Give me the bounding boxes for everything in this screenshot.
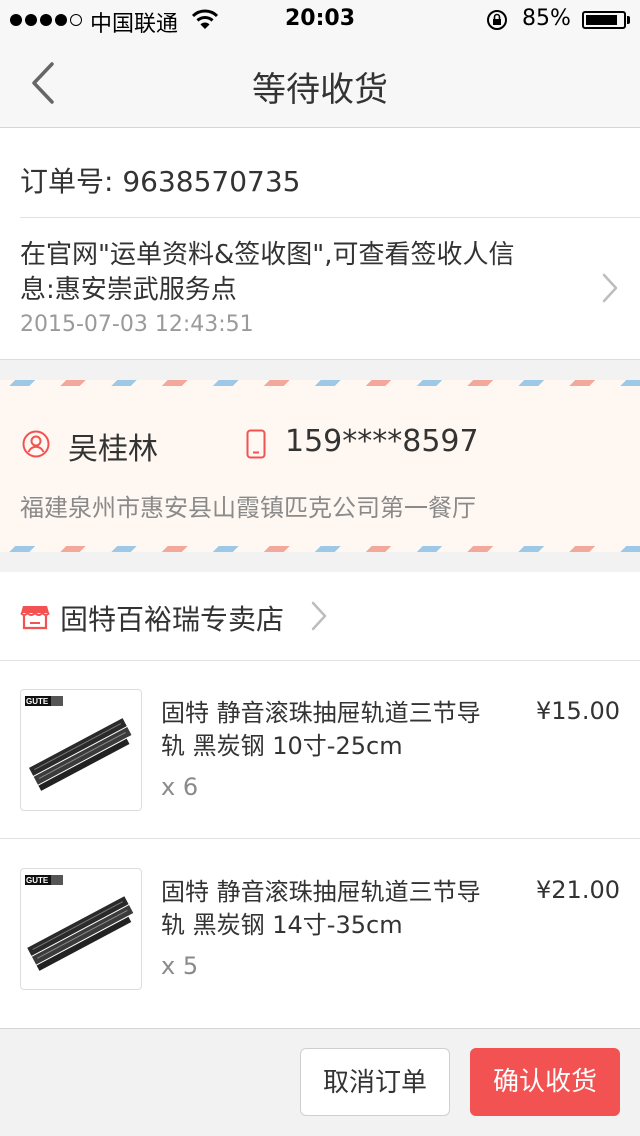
product-thumbnail: GUTE xyxy=(20,689,142,811)
status-bar: 中国联通 20:03 85% xyxy=(0,0,640,40)
product-price: ¥15.00 xyxy=(536,697,620,725)
airmail-stripe-bottom xyxy=(0,546,640,552)
store-icon xyxy=(20,603,50,635)
shop-section: 固特百裕瑞专卖店 GUTE 固特 静音滚珠抽屉轨道三节导轨 黑炭钢 10寸-25… xyxy=(0,572,640,1028)
product-title: 固特 静音滚珠抽屉轨道三节导轨 黑炭钢 10寸-25cm xyxy=(161,699,481,760)
receiver-name: 吴桂林 xyxy=(68,432,158,467)
brand-logo-text: GUTE xyxy=(26,876,49,885)
receiver-phone: 159****8597 xyxy=(285,424,479,459)
shop-header[interactable]: 固特百裕瑞专卖店 xyxy=(0,572,640,661)
logistics-timestamp: 2015-07-03 12:43:51 xyxy=(20,312,254,337)
page-title: 等待收货 xyxy=(252,70,388,110)
battery-percentage: 85% xyxy=(522,6,571,31)
product-quantity: x 5 xyxy=(161,952,199,980)
product-title: 固特 静音滚珠抽屉轨道三节导轨 黑炭钢 14寸-35cm xyxy=(161,878,481,939)
chevron-right-icon xyxy=(311,601,327,631)
product-item[interactable]: GUTE 固特 静音滚珠抽屉轨道三节导轨 黑炭钢 14寸-35cm ¥21.00… xyxy=(0,840,640,1018)
battery-icon xyxy=(582,11,626,29)
order-number: 订单号: 9638570735 xyxy=(20,165,301,198)
product-quantity: x 6 xyxy=(161,773,199,801)
product-thumbnail: GUTE xyxy=(20,868,142,990)
navigation-bar: 等待收货 xyxy=(0,40,640,128)
receiver-address-card: 吴桂林 159****8597 福建泉州市惠安县山霞镇匹克公司第一餐厅 xyxy=(0,380,640,552)
rotation-lock-icon xyxy=(486,9,508,37)
user-icon xyxy=(22,430,50,462)
confirm-receipt-button[interactable]: 确认收货 xyxy=(470,1048,620,1116)
brand-logo-text: GUTE xyxy=(26,697,49,706)
battery-tip xyxy=(627,16,630,24)
chevron-right-icon xyxy=(602,273,618,303)
order-info-section: 订单号: 9638570735 在官网"运单资料&签收图",可查看签收人信息:惠… xyxy=(0,128,640,360)
product-item[interactable]: GUTE 固特 静音滚珠抽屉轨道三节导轨 黑炭钢 10寸-25cm ¥15.00… xyxy=(0,661,640,839)
bottom-action-bar: 取消订单 确认收货 xyxy=(0,1028,640,1136)
phone-icon xyxy=(246,429,266,463)
receiver-address: 福建泉州市惠安县山霞镇匹克公司第一餐厅 xyxy=(20,494,476,522)
cancel-order-button[interactable]: 取消订单 xyxy=(300,1048,450,1116)
logistics-status: 在官网"运单资料&签收图",可查看签收人信息:惠安崇武服务点 xyxy=(20,240,515,305)
shop-name: 固特百裕瑞专卖店 xyxy=(60,603,285,636)
product-price: ¥21.00 xyxy=(536,876,620,904)
logistics-row[interactable]: 在官网"运单资料&签收图",可查看签收人信息:惠安崇武服务点 2015-07-0… xyxy=(0,218,640,358)
battery-fill xyxy=(586,15,617,25)
airmail-stripe-top xyxy=(0,380,640,386)
